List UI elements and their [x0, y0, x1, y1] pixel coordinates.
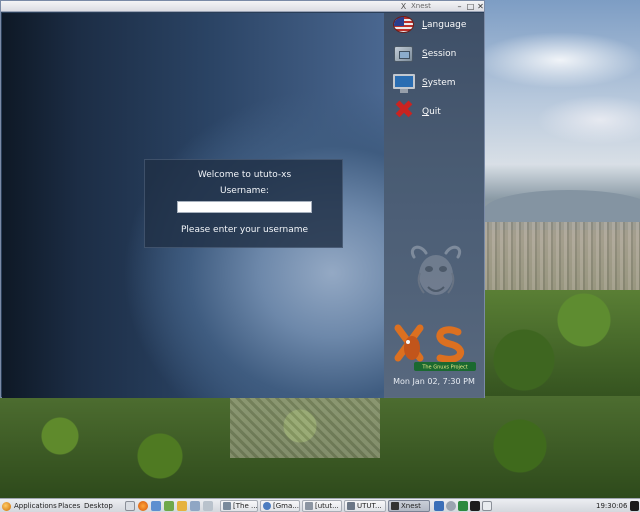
gnuxs-logo: The Gnuxs Project	[394, 324, 476, 371]
quit-x-icon: ✖	[393, 95, 415, 124]
places-menu[interactable]: Places	[58, 499, 80, 512]
menu-session[interactable]: Session	[392, 42, 456, 66]
terminal-launcher-icon[interactable]	[190, 501, 200, 511]
window-titlebar[interactable]: X Xnest – □ ✕	[1, 1, 484, 12]
svg-text:The Gnuxs Project: The Gnuxs Project	[421, 365, 467, 371]
task-button[interactable]: [Gma...	[260, 500, 300, 512]
menu-quit-label: Quit	[422, 107, 441, 117]
menu-session-label: Session	[422, 49, 457, 59]
welcome-text: Welcome to ututo-xs	[197, 170, 292, 180]
desktop-menu[interactable]: Desktop	[84, 499, 113, 512]
firefox-launcher-icon[interactable]	[138, 501, 148, 511]
gdm-side-panel: Language Session System ✖ Quit The Gnuxs…	[384, 13, 484, 398]
xnest-icon	[391, 502, 399, 510]
browser-icon	[263, 502, 271, 510]
menu-language[interactable]: Language	[392, 13, 466, 37]
window-icon	[305, 502, 313, 510]
panel-clock[interactable]: 19:30:06	[596, 499, 627, 512]
workspace-2-icon[interactable]	[482, 501, 492, 511]
task-button[interactable]: [The ...	[220, 500, 258, 512]
task-button-active[interactable]: Xnest	[388, 500, 430, 512]
menu-language-label: Language	[422, 20, 467, 30]
minimize-icon[interactable]: –	[455, 2, 464, 11]
show-desktop-icon[interactable]	[203, 501, 213, 511]
menu-system[interactable]: System	[392, 71, 456, 95]
applications-menu[interactable]: Applications	[14, 499, 57, 512]
terminal-icon	[347, 502, 355, 510]
window-title: Xnest	[411, 2, 431, 10]
clock-text: Mon Jan 02, 7:30 PM	[393, 377, 475, 386]
username-label: Username:	[220, 186, 269, 196]
language-flag-icon	[392, 14, 416, 36]
update-tray-icon[interactable]	[434, 501, 444, 511]
maximize-icon[interactable]: □	[466, 2, 475, 11]
login-dialog: Welcome to ututo-xs Username: Please ent…	[144, 159, 343, 248]
network-tray-icon[interactable]	[458, 501, 468, 511]
wallpaper-village	[230, 398, 380, 458]
session-icon	[392, 43, 416, 65]
volume-tray-icon[interactable]	[446, 501, 456, 511]
username-input[interactable]	[177, 201, 312, 213]
xnest-logo-icon: X	[400, 2, 407, 11]
home-launcher-icon[interactable]	[177, 501, 187, 511]
trash-icon[interactable]	[630, 501, 639, 511]
xnest-window: X Xnest – □ ✕ Welcome to ututo-xs Userna…	[0, 0, 485, 398]
task-button[interactable]: [utut...	[302, 500, 342, 512]
editor-launcher-icon[interactable]	[164, 501, 174, 511]
workspace-switcher-icon[interactable]	[470, 501, 480, 511]
close-icon[interactable]: ✕	[476, 2, 485, 11]
gnome-foot-icon[interactable]	[2, 502, 11, 511]
menu-system-label: System	[422, 78, 456, 88]
gnu-head-logo	[411, 245, 461, 295]
wallpaper-trees-right	[484, 290, 640, 400]
window-icon	[223, 502, 231, 510]
network-launcher-icon[interactable]	[151, 501, 161, 511]
task-button[interactable]: UTUT...	[344, 500, 386, 512]
menu-quit[interactable]: ✖ Quit	[392, 95, 441, 124]
login-hint: Please enter your username	[180, 225, 309, 235]
mail-launcher-icon[interactable]	[125, 501, 135, 511]
system-monitor-icon	[392, 72, 416, 94]
bottom-panel: Applications Places Desktop [The ... [Gm…	[0, 498, 640, 512]
